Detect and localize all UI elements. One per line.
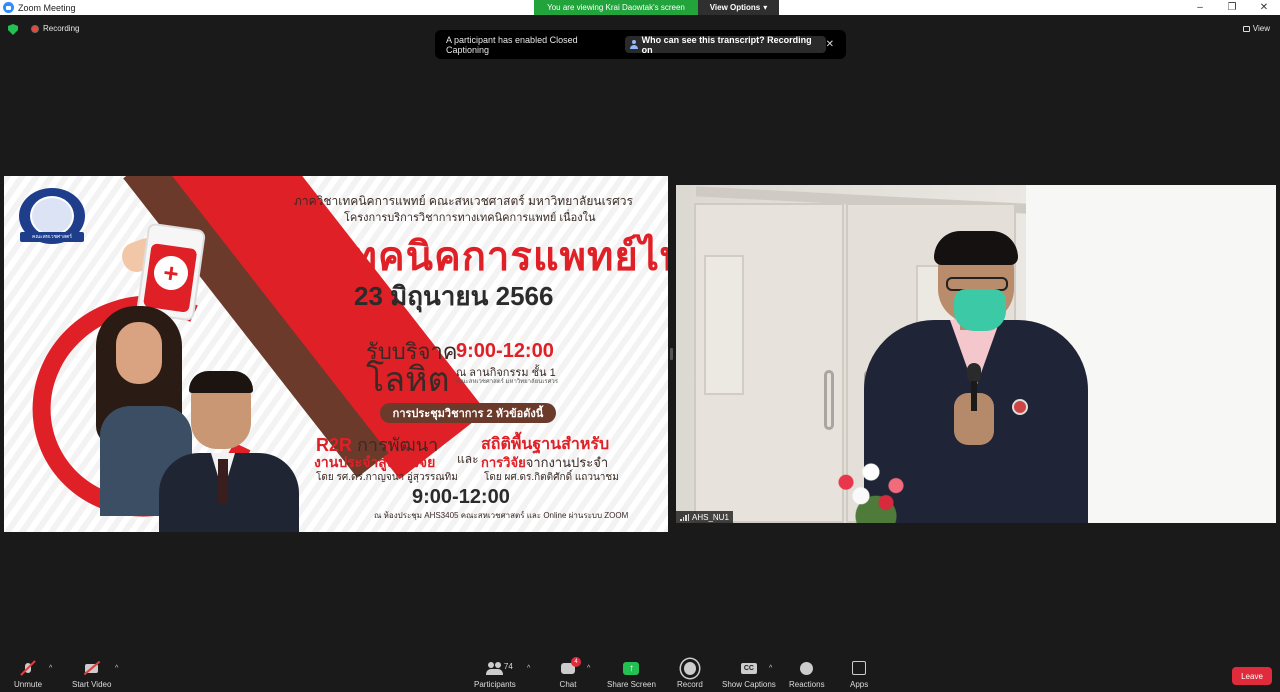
share-screen-button[interactable]: Share Screen (607, 660, 656, 689)
audio-options-caret[interactable]: ^ (49, 665, 52, 672)
toast-message: A participant has enabled Closed Caption… (446, 34, 578, 55)
apps-icon (850, 660, 868, 676)
reactions-button[interactable]: Reactions (789, 660, 825, 689)
unmute-button[interactable]: Unmute (14, 660, 42, 689)
zoom-app-icon (3, 2, 14, 13)
participants-icon: 74 (485, 660, 513, 676)
poster-conference-time: 9:00-12:00 (412, 486, 510, 508)
recording-icon (31, 25, 39, 33)
restore-button[interactable]: ❐ (1216, 0, 1248, 15)
closed-captions-icon (740, 660, 758, 676)
view-options-label: View Options (709, 3, 761, 12)
chat-button[interactable]: 4 Chat (559, 657, 581, 689)
participant-name-tag: AHS_NU1 (676, 511, 733, 523)
record-button[interactable]: Record (677, 660, 703, 689)
chat-icon: 4 (559, 657, 581, 676)
leave-button[interactable]: Leave (1232, 667, 1272, 685)
captions-caret[interactable]: ^ (769, 665, 772, 672)
unmute-label: Unmute (14, 680, 43, 689)
record-icon (681, 660, 699, 676)
poster-blood: โลหิต (366, 361, 450, 399)
start-video-button[interactable]: Start Video (72, 660, 111, 689)
show-captions-label: Show Captions (722, 680, 776, 689)
poster-conference-pill: การประชุมวิชาการ 2 หัวข้อดังนี้ (380, 403, 556, 423)
show-captions-button[interactable]: Show Captions (722, 660, 776, 689)
closed-caption-toast: A participant has enabled Closed Caption… (435, 30, 846, 59)
signal-icon (680, 513, 689, 521)
recording-label: Recording (43, 24, 80, 33)
poster-speaker-man (159, 371, 299, 532)
muted-mic-icon (19, 660, 37, 676)
window-title: Zoom Meeting (18, 2, 76, 13)
poster-room: ณ ห้องประชุม AHS3405 คณะสหเวชศาสตร์ และ … (374, 511, 629, 520)
transcript-info-link[interactable]: Who can see this transcript? Recording o… (624, 34, 826, 55)
participant-video[interactable] (676, 185, 1276, 523)
shared-screen: + คณะสหเวชศาสตร์ ภาควิชาเทคนิคการแพทย์ ค… (4, 176, 668, 532)
share-screen-icon (622, 660, 640, 676)
chat-caret[interactable]: ^ (587, 665, 590, 672)
poster-topic1-speaker: โดย รศ.ดร.กาญจนา อู่สุวรรณทิม (316, 472, 458, 483)
video-off-icon (83, 660, 101, 676)
minimize-button[interactable]: – (1184, 0, 1216, 15)
record-label: Record (677, 680, 703, 689)
close-icon[interactable]: ✕ (826, 39, 834, 50)
split-view-handle[interactable] (670, 348, 673, 360)
shield-icon[interactable] (8, 24, 18, 35)
participants-label: Participants (474, 680, 516, 689)
smiley-icon (798, 660, 816, 676)
viewing-screen-banner: You are viewing Krai Daowtak's screen (534, 0, 698, 15)
video-options-caret[interactable]: ^ (115, 665, 118, 672)
flowers (826, 455, 926, 523)
view-label: View (1252, 24, 1270, 33)
chevron-down-icon: ▾ (763, 3, 768, 12)
person-icon (629, 40, 638, 49)
view-options-button[interactable]: View Options ▾ (698, 0, 779, 15)
logo-ribbon: คณะสหเวชศาสตร์ (20, 232, 84, 242)
start-video-label: Start Video (72, 680, 112, 689)
reactions-label: Reactions (789, 680, 825, 689)
apps-button[interactable]: Apps (850, 660, 868, 689)
stat-rest: จากงานประจำ (525, 455, 609, 470)
grid-view-icon (1242, 25, 1250, 32)
share-screen-label: Share Screen (607, 680, 656, 689)
participant-name: AHS_NU1 (692, 512, 729, 522)
microphone (967, 363, 981, 383)
transcript-info-label: Who can see this transcript? Recording o… (641, 34, 812, 55)
chat-label: Chat (559, 680, 577, 689)
poster-donation-time: 9:00-12:00 (456, 340, 554, 362)
poster-date: 23 มิถุนายน 2566 (354, 281, 554, 311)
window-controls: – ❐ ✕ (1184, 0, 1280, 15)
poster-and: และ (457, 452, 479, 466)
apps-label: Apps (850, 680, 869, 689)
poster-topic2-speaker: โดย ผศ.ดร.กิตติศักดิ์ แถวนาชม (484, 472, 619, 483)
view-button[interactable]: View (1242, 24, 1270, 33)
face-mask (954, 289, 1006, 331)
chat-unread-badge: 4 (571, 657, 581, 667)
participants-count: 74 (503, 662, 513, 671)
poster-location-sub: คณะสหเวชศาสตร์ มหาวิทยาลัยนเรศวร (456, 379, 558, 385)
participants-button[interactable]: 74 Participants (474, 660, 516, 689)
meeting-toolbar: Unmute ^ Start Video ^ 74 Participants ^… (0, 656, 1280, 692)
close-window-button[interactable]: ✕ (1248, 0, 1280, 15)
stat-research: การวิจัย (481, 455, 526, 470)
participants-caret[interactable]: ^ (527, 665, 530, 672)
